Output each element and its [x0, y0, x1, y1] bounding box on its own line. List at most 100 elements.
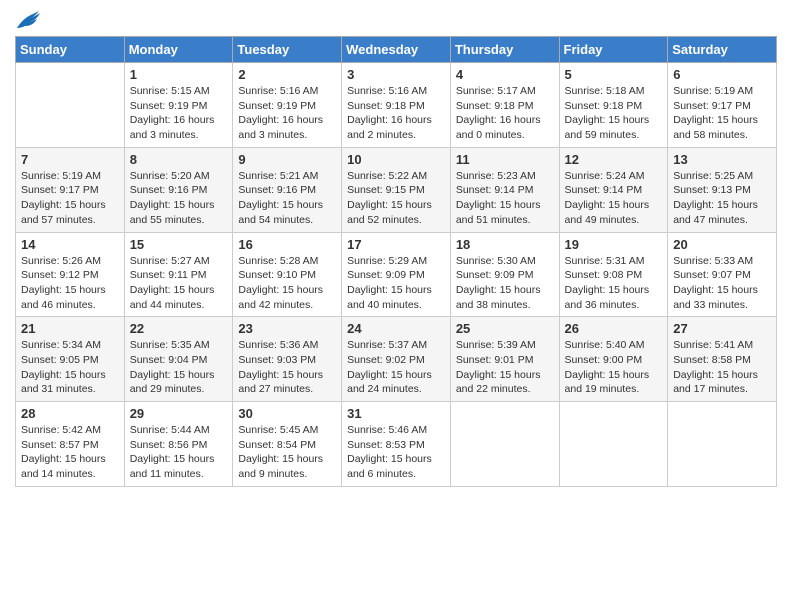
calendar-cell: 17 Sunrise: 5:29 AM Sunset: 9:09 PM Dayli…: [342, 232, 451, 317]
calendar-cell: 1 Sunrise: 5:15 AM Sunset: 9:19 PM Daylig…: [124, 63, 233, 148]
calendar-cell: 16 Sunrise: 5:28 AM Sunset: 9:10 PM Dayli…: [233, 232, 342, 317]
day-content: Sunrise: 5:19 AM Sunset: 9:17 PM Dayligh…: [673, 84, 771, 143]
day-content: Sunrise: 5:19 AM Sunset: 9:17 PM Dayligh…: [21, 169, 119, 228]
calendar-cell: 29Sunrise: 5:44 AM Sunset: 8:56 PM Dayli…: [124, 402, 233, 487]
day-number: 26: [565, 321, 663, 336]
day-number: 16: [238, 237, 336, 252]
day-content: Sunrise: 5:16 AM Sunset: 9:18 PM Dayligh…: [347, 84, 445, 143]
day-content: Sunrise: 5:28 AM Sunset: 9:10 PM Dayligh…: [238, 254, 336, 313]
day-number: 22: [130, 321, 228, 336]
weekday-header-tuesday: Tuesday: [233, 37, 342, 63]
day-content: Sunrise: 5:17 AM Sunset: 9:18 PM Dayligh…: [456, 84, 554, 143]
day-content: Sunrise: 5:34 AM Sunset: 9:05 PM Dayligh…: [21, 338, 119, 397]
day-number: 30: [238, 406, 336, 421]
calendar-cell: 4 Sunrise: 5:17 AM Sunset: 9:18 PM Daylig…: [450, 63, 559, 148]
calendar-cell: 8 Sunrise: 5:20 AM Sunset: 9:16 PM Daylig…: [124, 147, 233, 232]
calendar-cell: 13 Sunrise: 5:25 AM Sunset: 9:13 PM Dayli…: [668, 147, 777, 232]
header: [15, 10, 777, 28]
day-content: Sunrise: 5:40 AM Sunset: 9:00 PM Dayligh…: [565, 338, 663, 397]
day-content: Sunrise: 5:29 AM Sunset: 9:09 PM Dayligh…: [347, 254, 445, 313]
day-content: Sunrise: 5:16 AM Sunset: 9:19 PM Dayligh…: [238, 84, 336, 143]
weekday-header-saturday: Saturday: [668, 37, 777, 63]
calendar-cell: 9 Sunrise: 5:21 AM Sunset: 9:16 PM Daylig…: [233, 147, 342, 232]
day-number: 18: [456, 237, 554, 252]
weekday-header-sunday: Sunday: [16, 37, 125, 63]
calendar-cell: 3 Sunrise: 5:16 AM Sunset: 9:18 PM Daylig…: [342, 63, 451, 148]
day-number: 31: [347, 406, 445, 421]
day-content: Sunrise: 5:39 AM Sunset: 9:01 PM Dayligh…: [456, 338, 554, 397]
day-number: 24: [347, 321, 445, 336]
calendar-cell: 21 Sunrise: 5:34 AM Sunset: 9:05 PM Dayli…: [16, 317, 125, 402]
day-number: 11: [456, 152, 554, 167]
day-content: Sunrise: 5:36 AM Sunset: 9:03 PM Dayligh…: [238, 338, 336, 397]
day-number: 25: [456, 321, 554, 336]
weekday-header-monday: Monday: [124, 37, 233, 63]
day-number: 19: [565, 237, 663, 252]
calendar-cell: 30Sunrise: 5:45 AM Sunset: 8:54 PM Dayli…: [233, 402, 342, 487]
day-content: Sunrise: 5:23 AM Sunset: 9:14 PM Dayligh…: [456, 169, 554, 228]
weekday-header-wednesday: Wednesday: [342, 37, 451, 63]
day-content: Sunrise: 5:25 AM Sunset: 9:13 PM Dayligh…: [673, 169, 771, 228]
day-number: 10: [347, 152, 445, 167]
day-number: 27: [673, 321, 771, 336]
day-number: 8: [130, 152, 228, 167]
calendar-cell: 20Sunrise: 5:33 AM Sunset: 9:07 PM Dayli…: [668, 232, 777, 317]
calendar-table: SundayMondayTuesdayWednesdayThursdayFrid…: [15, 36, 777, 487]
day-content: Sunrise: 5:15 AM Sunset: 9:19 PM Dayligh…: [130, 84, 228, 143]
logo: [15, 10, 41, 28]
calendar-week-row: 21 Sunrise: 5:34 AM Sunset: 9:05 PM Dayli…: [16, 317, 777, 402]
calendar-cell: 12 Sunrise: 5:24 AM Sunset: 9:14 PM Dayli…: [559, 147, 668, 232]
calendar-cell: 19Sunrise: 5:31 AM Sunset: 9:08 PM Dayli…: [559, 232, 668, 317]
calendar-cell: [450, 402, 559, 487]
day-number: 3: [347, 67, 445, 82]
calendar-week-row: 1 Sunrise: 5:15 AM Sunset: 9:19 PM Daylig…: [16, 63, 777, 148]
calendar-cell: 26 Sunrise: 5:40 AM Sunset: 9:00 PM Dayli…: [559, 317, 668, 402]
calendar-cell: 28 Sunrise: 5:42 AM Sunset: 8:57 PM Dayli…: [16, 402, 125, 487]
day-number: 14: [21, 237, 119, 252]
calendar-cell: 6Sunrise: 5:19 AM Sunset: 9:17 PM Daylig…: [668, 63, 777, 148]
logo-bird-icon: [15, 10, 41, 32]
calendar-cell: 14 Sunrise: 5:26 AM Sunset: 9:12 PM Dayli…: [16, 232, 125, 317]
calendar-cell: 27 Sunrise: 5:41 AM Sunset: 8:58 PM Dayli…: [668, 317, 777, 402]
day-number: 9: [238, 152, 336, 167]
day-content: Sunrise: 5:42 AM Sunset: 8:57 PM Dayligh…: [21, 423, 119, 482]
day-content: Sunrise: 5:20 AM Sunset: 9:16 PM Dayligh…: [130, 169, 228, 228]
day-content: Sunrise: 5:44 AM Sunset: 8:56 PM Dayligh…: [130, 423, 228, 482]
calendar-cell: [668, 402, 777, 487]
calendar-cell: 10Sunrise: 5:22 AM Sunset: 9:15 PM Dayli…: [342, 147, 451, 232]
calendar-cell: 22Sunrise: 5:35 AM Sunset: 9:04 PM Dayli…: [124, 317, 233, 402]
day-content: Sunrise: 5:26 AM Sunset: 9:12 PM Dayligh…: [21, 254, 119, 313]
calendar-cell: [16, 63, 125, 148]
day-number: 2: [238, 67, 336, 82]
calendar-week-row: 14 Sunrise: 5:26 AM Sunset: 9:12 PM Dayli…: [16, 232, 777, 317]
calendar-cell: 7 Sunrise: 5:19 AM Sunset: 9:17 PM Daylig…: [16, 147, 125, 232]
day-content: Sunrise: 5:21 AM Sunset: 9:16 PM Dayligh…: [238, 169, 336, 228]
day-content: Sunrise: 5:24 AM Sunset: 9:14 PM Dayligh…: [565, 169, 663, 228]
day-number: 4: [456, 67, 554, 82]
day-number: 23: [238, 321, 336, 336]
weekday-header-thursday: Thursday: [450, 37, 559, 63]
weekday-header-row: SundayMondayTuesdayWednesdayThursdayFrid…: [16, 37, 777, 63]
calendar-week-row: 28 Sunrise: 5:42 AM Sunset: 8:57 PM Dayli…: [16, 402, 777, 487]
day-content: Sunrise: 5:41 AM Sunset: 8:58 PM Dayligh…: [673, 338, 771, 397]
calendar-cell: 31 Sunrise: 5:46 AM Sunset: 8:53 PM Dayli…: [342, 402, 451, 487]
day-number: 12: [565, 152, 663, 167]
day-content: Sunrise: 5:30 AM Sunset: 9:09 PM Dayligh…: [456, 254, 554, 313]
day-number: 1: [130, 67, 228, 82]
calendar-cell: [559, 402, 668, 487]
day-number: 28: [21, 406, 119, 421]
calendar-cell: 2 Sunrise: 5:16 AM Sunset: 9:19 PM Daylig…: [233, 63, 342, 148]
day-content: Sunrise: 5:46 AM Sunset: 8:53 PM Dayligh…: [347, 423, 445, 482]
day-number: 17: [347, 237, 445, 252]
day-content: Sunrise: 5:27 AM Sunset: 9:11 PM Dayligh…: [130, 254, 228, 313]
calendar-cell: 24Sunrise: 5:37 AM Sunset: 9:02 PM Dayli…: [342, 317, 451, 402]
calendar-cell: 18 Sunrise: 5:30 AM Sunset: 9:09 PM Dayli…: [450, 232, 559, 317]
day-number: 13: [673, 152, 771, 167]
calendar-week-row: 7 Sunrise: 5:19 AM Sunset: 9:17 PM Daylig…: [16, 147, 777, 232]
day-number: 15: [130, 237, 228, 252]
day-content: Sunrise: 5:33 AM Sunset: 9:07 PM Dayligh…: [673, 254, 771, 313]
day-number: 21: [21, 321, 119, 336]
day-number: 7: [21, 152, 119, 167]
day-content: Sunrise: 5:18 AM Sunset: 9:18 PM Dayligh…: [565, 84, 663, 143]
calendar-cell: 23 Sunrise: 5:36 AM Sunset: 9:03 PM Dayli…: [233, 317, 342, 402]
